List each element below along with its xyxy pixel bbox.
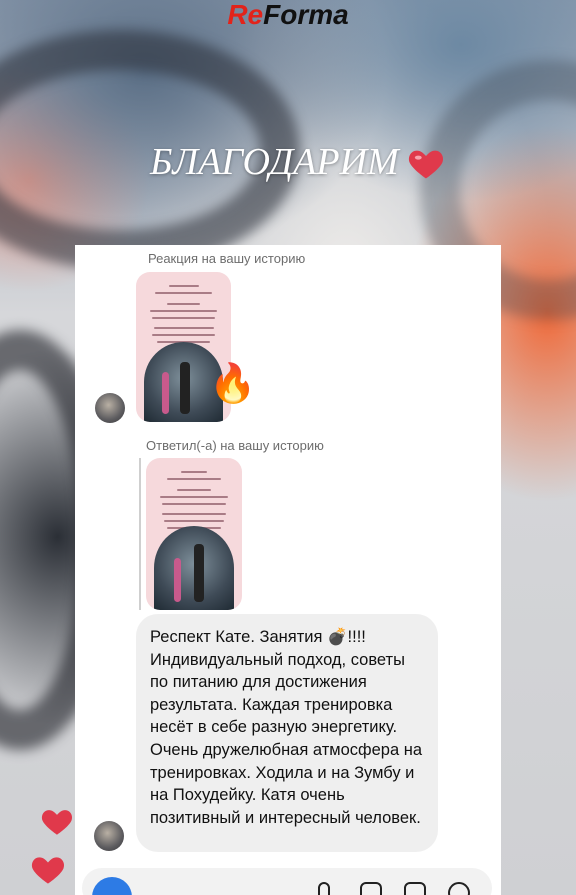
brand-logo: Re Forma (200, 0, 376, 30)
headline: БЛАГОДАРИМ (150, 140, 470, 184)
heart-icon (30, 853, 66, 890)
reply-label: Ответил(-а) на вашу историю (146, 438, 324, 453)
heart-icon (40, 806, 74, 841)
reaction-label: Реакция на вашу историю (148, 251, 306, 266)
person-figure (174, 558, 181, 602)
headline-text: БЛАГОДАРИМ (150, 141, 399, 183)
brand-logo-re: Re (227, 0, 264, 30)
story-photo (154, 526, 234, 610)
gallery-icon[interactable] (360, 882, 382, 895)
reply-divider (139, 458, 141, 610)
camera-icon[interactable] (92, 877, 132, 895)
person-figure (162, 372, 169, 414)
message-text: Респект Кате. Занятия 💣!!!! Индивидуальн… (150, 628, 423, 827)
mic-icon[interactable] (318, 882, 330, 895)
story-text-lines (156, 466, 232, 534)
message-composer[interactable] (82, 868, 492, 895)
add-icon[interactable] (448, 882, 470, 895)
heart-icon (407, 146, 443, 179)
brand-logo-rest: Forma (263, 0, 349, 30)
avatar[interactable] (94, 821, 124, 851)
person-figure (194, 544, 204, 602)
story-thumbnail[interactable] (146, 458, 242, 610)
story-text-lines (146, 280, 221, 348)
avatar[interactable] (95, 393, 125, 423)
fire-reaction: 🔥 (209, 363, 257, 405)
sticker-icon[interactable] (404, 882, 426, 895)
message-bubble: Респект Кате. Занятия 💣!!!! Индивидуальн… (136, 614, 438, 852)
person-figure (180, 362, 190, 414)
